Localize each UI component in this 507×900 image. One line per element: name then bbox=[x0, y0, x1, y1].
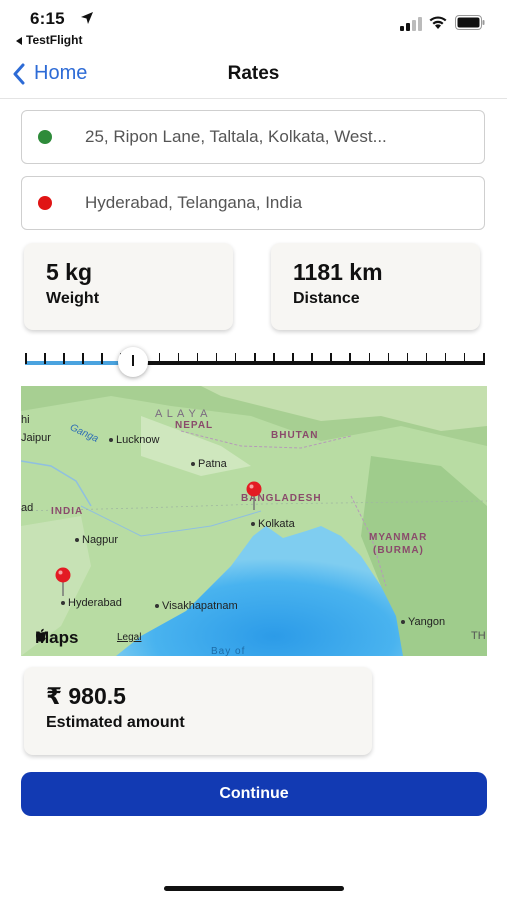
slider-tick bbox=[63, 353, 65, 364]
nav-divider bbox=[0, 98, 507, 99]
status-time: 6:15 bbox=[30, 9, 65, 28]
weight-card: 5 kg Weight bbox=[24, 243, 233, 330]
slider-tick bbox=[25, 353, 27, 364]
map-label-bhutan: BHUTAN bbox=[271, 430, 319, 441]
map-label-ad: ad bbox=[21, 502, 34, 514]
back-to-app-link[interactable]: TestFlight bbox=[16, 33, 82, 47]
back-triangle-icon bbox=[16, 36, 22, 45]
map-label-myanmar: MYANMAR bbox=[369, 532, 428, 543]
city-dot-icon bbox=[155, 604, 159, 609]
slider-tick bbox=[444, 353, 447, 364]
map-label-kolkata: Kolkata bbox=[251, 518, 295, 530]
slider-tick bbox=[292, 353, 294, 364]
map-label-hi: hi bbox=[21, 414, 30, 426]
pickup-map-pin-icon[interactable] bbox=[245, 481, 263, 511]
wifi-icon bbox=[429, 16, 447, 29]
weight-slider[interactable] bbox=[25, 347, 485, 378]
pickup-dot-icon bbox=[38, 130, 52, 144]
estimate-value: ₹ 980.5 bbox=[46, 683, 126, 709]
continue-button[interactable]: Continue bbox=[21, 772, 487, 816]
back-app-label: TestFlight bbox=[26, 33, 83, 47]
map-label-india: INDIA bbox=[51, 506, 84, 517]
map-label-bay: Bay of bbox=[211, 646, 246, 656]
map-label-yangon: Yangon bbox=[401, 616, 445, 628]
slider-tick bbox=[387, 353, 390, 364]
map-label-hyderabad: Hyderabad bbox=[61, 597, 122, 609]
dropoff-dot-icon bbox=[38, 196, 52, 210]
map-label-th: TH bbox=[471, 630, 486, 642]
city-dot-icon bbox=[401, 620, 405, 625]
slider-tick bbox=[483, 353, 485, 364]
slider-tick bbox=[254, 353, 256, 364]
apple-maps-logo: Maps bbox=[35, 628, 79, 647]
dropoff-address-text: Hyderabad, Telangana, India bbox=[85, 193, 303, 212]
slider-tick bbox=[311, 353, 313, 364]
page-title: Rates bbox=[227, 63, 280, 84]
slider-tick bbox=[463, 353, 466, 364]
map-label-nagpur: Nagpur bbox=[75, 534, 118, 546]
slider-tick bbox=[349, 353, 351, 364]
slider-tick bbox=[368, 353, 370, 364]
slider-tick bbox=[234, 353, 237, 364]
slider-tick bbox=[196, 353, 199, 364]
weight-value: 5 kg bbox=[46, 259, 93, 285]
city-dot-icon bbox=[251, 522, 255, 527]
location-arrow-icon bbox=[81, 12, 93, 24]
slider-tick bbox=[44, 353, 46, 364]
slider-tick bbox=[425, 353, 428, 364]
distance-value: 1181 km bbox=[293, 259, 383, 285]
slider-tick bbox=[215, 353, 218, 364]
map-label-patna: Patna bbox=[191, 458, 227, 470]
city-dot-icon bbox=[191, 462, 195, 467]
dropoff-map-pin-icon[interactable] bbox=[54, 567, 72, 597]
dropoff-address-field[interactable]: Hyderabad, Telangana, India bbox=[21, 176, 485, 230]
slider-track bbox=[133, 361, 485, 365]
slider-tick bbox=[177, 353, 180, 364]
map-label-jaipur: Jaipur bbox=[21, 432, 51, 444]
pickup-address-text: 25, Ripon Lane, Taltala, Kolkata, West..… bbox=[85, 127, 387, 146]
city-dot-icon bbox=[75, 538, 79, 543]
distance-card: 1181 km Distance bbox=[271, 243, 480, 330]
map-legal-link[interactable]: Legal bbox=[117, 632, 141, 643]
map-label-burma: (BURMA) bbox=[373, 545, 424, 556]
cellular-signal-icon bbox=[400, 17, 422, 31]
apple-logo-icon bbox=[36, 628, 46, 642]
slider-tick bbox=[273, 353, 275, 364]
pickup-address-field[interactable]: 25, Ripon Lane, Taltala, Kolkata, West..… bbox=[21, 110, 485, 164]
map-label-visakhapatnam: Visakhapatnam bbox=[155, 600, 238, 612]
slider-tick bbox=[406, 353, 409, 364]
map-label-lucknow: Lucknow bbox=[109, 434, 159, 446]
weight-label: Weight bbox=[46, 290, 100, 307]
slider-thumb[interactable] bbox=[118, 347, 148, 377]
home-indicator bbox=[164, 886, 344, 891]
battery-icon bbox=[455, 15, 485, 30]
distance-label: Distance bbox=[293, 290, 360, 307]
slider-tick bbox=[82, 353, 84, 364]
city-dot-icon bbox=[109, 438, 113, 443]
route-map[interactable]: hi Jaipur Ganga Lucknow NEPAL A L A Y A … bbox=[21, 386, 487, 656]
map-label-nepal: NEPAL bbox=[175, 420, 214, 431]
map-label-alaya: A L A Y A bbox=[155, 408, 209, 420]
slider-tick bbox=[158, 353, 161, 364]
city-dot-icon bbox=[61, 601, 65, 606]
slider-track-filled bbox=[25, 361, 133, 365]
estimate-label: Estimated amount bbox=[46, 714, 185, 731]
estimate-card: ₹ 980.5 Estimated amount bbox=[24, 667, 372, 755]
slider-tick bbox=[101, 353, 103, 364]
slider-tick bbox=[330, 353, 332, 364]
